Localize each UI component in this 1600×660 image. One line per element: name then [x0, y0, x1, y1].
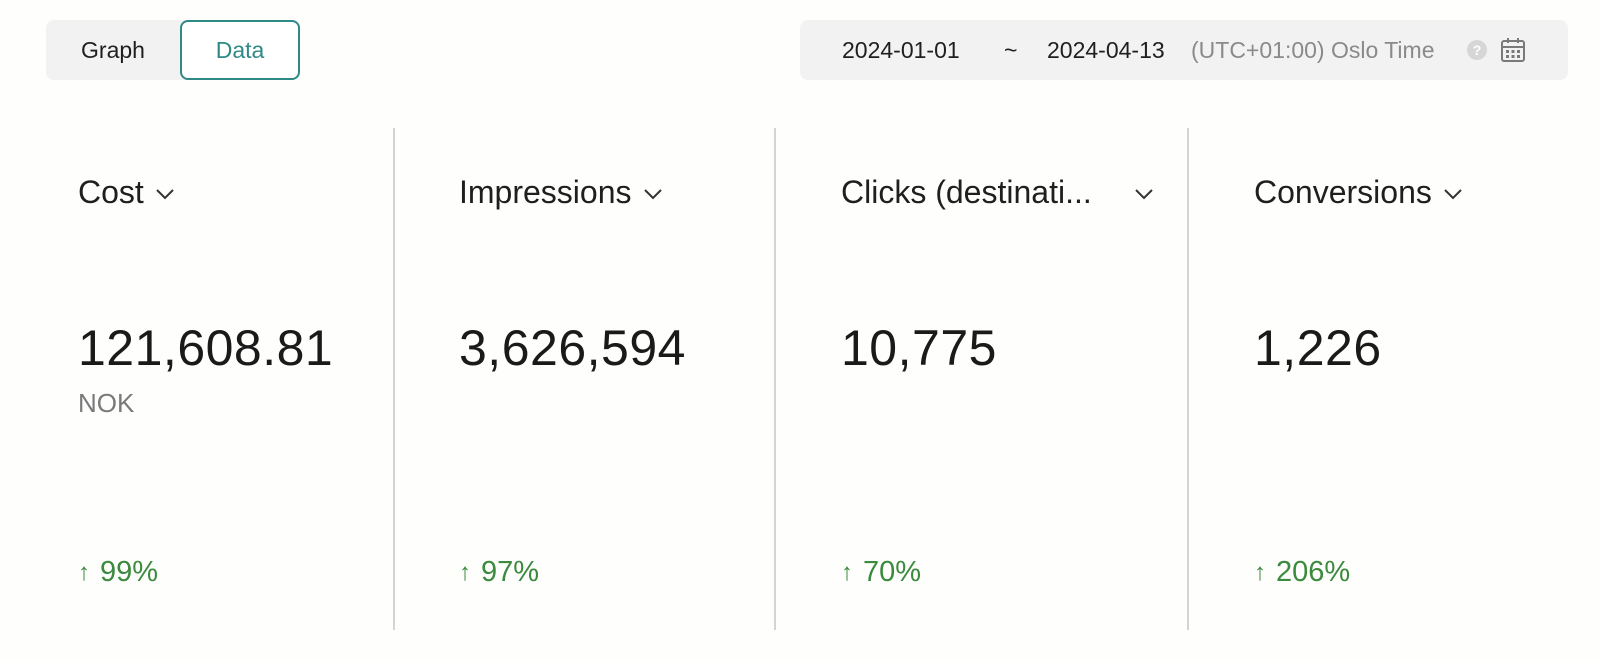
metric-change: ↑ 97% — [459, 556, 539, 589]
change-value: 99% — [100, 556, 159, 588]
metric-value: 121,608.81 — [78, 320, 334, 376]
view-toggle: Graph Data — [46, 20, 300, 80]
metric-cards: Cost 121,608.81 NOK ↑ 99% Impressions 3,… — [0, 128, 1600, 630]
arrow-up-icon: ↑ — [841, 558, 853, 586]
metric-value: 3,626,594 — [459, 320, 686, 376]
divider — [393, 128, 395, 630]
metric-card-cost: Cost 121,608.81 NOK ↑ 99% — [78, 128, 378, 630]
metric-change: ↑ 99% — [78, 556, 158, 589]
metric-change: ↑ 70% — [841, 556, 921, 589]
metrics-panel: Graph Data 2024-01-01 ~ 2024-04-13 (UTC+… — [0, 0, 1600, 660]
metric-name: Impressions — [459, 173, 632, 210]
metric-selector[interactable]: Conversions — [1254, 172, 1464, 212]
metric-card-impressions: Impressions 3,626,594 ↑ 97% — [459, 128, 759, 630]
data-tab[interactable]: Data — [180, 20, 300, 80]
chevron-down-icon — [156, 189, 174, 200]
date-separator: ~ — [1004, 37, 1018, 63]
change-value: 70% — [863, 556, 922, 588]
divider — [774, 128, 776, 630]
arrow-up-icon: ↑ — [78, 558, 90, 586]
divider — [1187, 128, 1189, 630]
chevron-down-icon — [1135, 189, 1153, 200]
metric-change: ↑ 206% — [1254, 556, 1350, 589]
metric-value: 10,775 — [841, 320, 997, 376]
metric-selector[interactable]: Cost — [78, 172, 176, 212]
metric-card-conversions: Conversions 1,226 ↑ 206% — [1254, 128, 1574, 630]
calendar-icon[interactable] — [1500, 37, 1526, 63]
metric-name: Cost — [78, 173, 144, 210]
metric-value: 1,226 — [1254, 320, 1382, 376]
timezone-label: (UTC+01:00) Oslo Time — [1191, 37, 1435, 63]
start-date: 2024-01-01 — [842, 37, 960, 63]
change-value: 206% — [1276, 556, 1351, 588]
chevron-down-icon — [643, 189, 662, 200]
metric-unit: NOK — [78, 388, 135, 418]
help-icon[interactable]: ? — [1467, 40, 1487, 60]
metric-selector[interactable]: Clicks (destinati... — [841, 172, 1161, 212]
arrow-up-icon: ↑ — [1254, 558, 1266, 586]
chevron-down-icon — [1444, 189, 1462, 200]
change-value: 97% — [481, 556, 540, 588]
metric-selector[interactable]: Impressions — [459, 172, 664, 212]
date-range-picker[interactable]: 2024-01-01 ~ 2024-04-13 (UTC+01:00) Oslo… — [800, 20, 1568, 80]
metric-card-clicks: Clicks (destinati... 10,775 ↑ 70% — [841, 128, 1171, 630]
graph-tab[interactable]: Graph — [46, 20, 180, 80]
end-date: 2024-04-13 — [1047, 37, 1165, 63]
metric-name: Conversions — [1254, 173, 1432, 210]
arrow-up-icon: ↑ — [459, 558, 471, 586]
metric-name: Clicks (destinati... — [841, 173, 1092, 210]
